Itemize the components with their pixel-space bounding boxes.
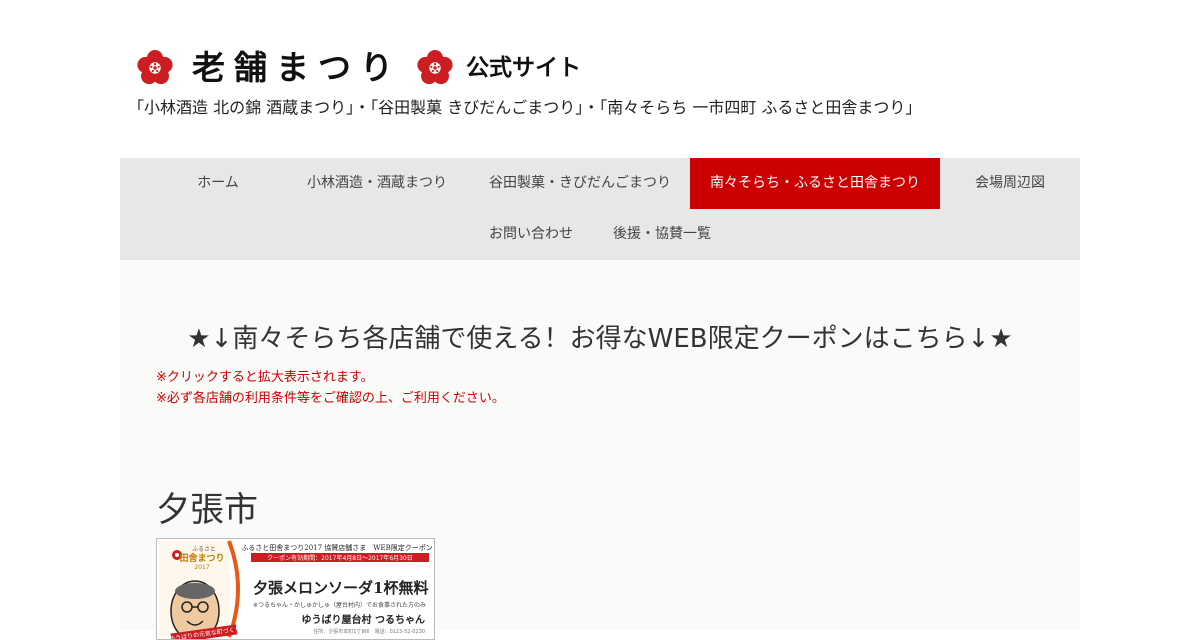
plum-blossom-icon — [417, 49, 453, 85]
conditions-note: ※必ず各店舗の利用条件等をご確認の上、ご利用ください。 — [156, 391, 505, 406]
nav-item-inaka-festival[interactable]: 南々そらち・ふるさと田舎まつり — [690, 158, 940, 209]
nav-item-home[interactable]: ホーム — [178, 158, 258, 209]
coupon-shop-name: ゆうばり屋台村 つるちゃん — [302, 613, 425, 626]
nav-item-venue-map[interactable]: 会場周辺図 — [946, 158, 1074, 209]
nav-item-contact[interactable]: お問い合わせ — [476, 209, 586, 260]
coupon-badge-year: 2017 — [194, 564, 209, 571]
coupon-condition: ※つるちゃん・かしゅかしゅ（屋台村内）でお食事された方のみ — [253, 601, 426, 609]
coupon-address: 住所：夕張市本町1丁目6 電話：0123-52-0230 — [313, 628, 425, 635]
coupon-graphic: ふるさと 田舎まつり 2017 ゆうばりの元気な町づくり ふるさと田舎まつり20… — [157, 539, 434, 639]
logo-subtitle: 公式サイト — [466, 55, 581, 81]
site-logo[interactable]: 老舗まつり 公式サイト — [136, 46, 581, 90]
nav-item-sake-festival[interactable]: 小林酒造・酒蔵まつり — [288, 158, 466, 209]
plum-blossom-icon — [137, 49, 173, 85]
click-note: ※クリックすると拡大表示されます。 — [156, 370, 374, 385]
coupon-badge-main: 田舎まつり — [179, 552, 224, 564]
logo-title: 老舗まつり — [192, 48, 402, 87]
nav-item-kibidango-festival[interactable]: 谷田製菓・きびだんごまつり — [470, 158, 690, 209]
main-content: ★↓南々そらち各店舗で使える！お得なWEB限定クーポンはこちら↓★ ※クリックす… — [120, 260, 1080, 640]
nav-item-sponsors[interactable]: 後援・協賛一覧 — [598, 209, 726, 260]
coupon-offer: 夕張メロンソーダ1杯無料 — [253, 579, 428, 597]
coupon-image-yubari[interactable]: ふるさと 田舎まつり 2017 ゆうばりの元気な町づくり ふるさと田舎まつり20… — [156, 538, 435, 640]
main-nav: ホーム 小林酒造・酒蔵まつり 谷田製菓・きびだんごまつり 南々そらち・ふるさと田… — [120, 158, 1080, 260]
section-title-yubari: 夕張市 — [156, 490, 258, 530]
coupon-badge-small: ふるさと — [192, 546, 216, 553]
coupon-validity: クーポン有効期間：2017年4月8日〜2017年6月30日 — [267, 554, 413, 562]
coupon-header-line: ふるさと田舎まつり2017 協賛店舗さま WEB限定クーポン — [241, 543, 433, 552]
site-tagline: 「小林酒造 北の錦 酒蔵まつり」・「谷田製菓 きびだんごまつり」・「南々そらち … — [128, 98, 922, 117]
coupon-banner-heading: ★↓南々そらち各店舗で使える！お得なWEB限定クーポンはこちら↓★ — [187, 324, 1013, 354]
site-header: 老舗まつり 公式サイト 「小林酒造 北の錦 酒蔵まつり」・「谷田製菓 きびだんご… — [120, 0, 1080, 158]
